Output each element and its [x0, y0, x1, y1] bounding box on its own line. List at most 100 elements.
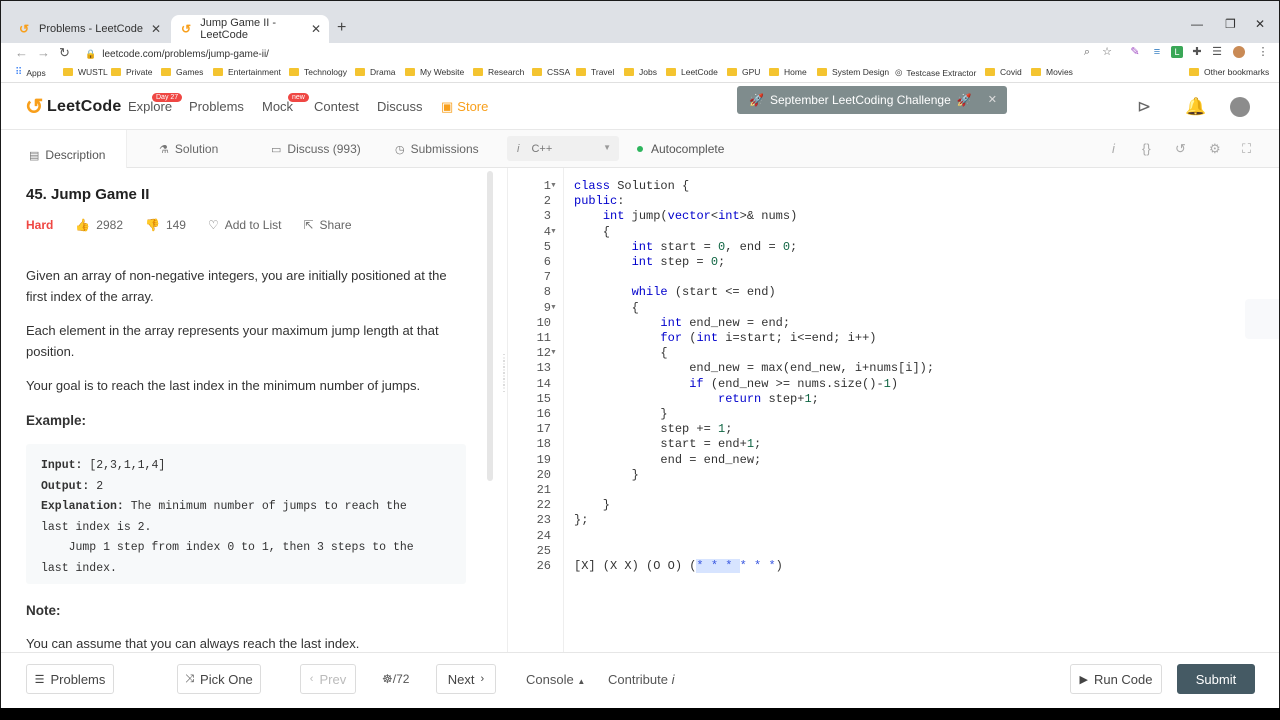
code-line: int start = 0, end = 0;	[631, 239, 798, 254]
folder-icon	[985, 68, 995, 76]
dislike-button[interactable]: 👎 149	[145, 218, 186, 232]
notification-bell-icon[interactable]: 🔔	[1185, 97, 1206, 117]
bookmark-item[interactable]: Jobs	[624, 67, 657, 77]
other-bookmarks[interactable]: Other bookmarks	[1189, 67, 1269, 77]
chevron-right-icon: ›	[480, 673, 485, 685]
panel-resize-handle[interactable]: ⋮ ⋮ ⋮ ⋮ ⋮ ⋮	[499, 354, 509, 406]
close-banner-icon[interactable]: ✕	[988, 93, 997, 106]
user-avatar[interactable]	[1230, 97, 1250, 117]
reset-icon[interactable]: ↺	[1175, 141, 1186, 157]
close-tab-icon[interactable]: ✕	[151, 22, 161, 36]
tab-label: Problems - LeetCode	[39, 23, 143, 35]
url-field[interactable]: 🔒 leetcode.com/problems/jump-game-ii/	[85, 45, 1095, 63]
bookmark-apps[interactable]: ⠿ Apps	[15, 67, 46, 78]
fold-arrow-icon[interactable]: ▼	[550, 228, 557, 235]
page-indicator[interactable]: ☸/72	[382, 672, 409, 686]
nav-mock[interactable]: Mock	[262, 99, 293, 114]
tab-discuss[interactable]: ▭ Discuss (993)	[271, 142, 361, 156]
bookmark-item[interactable]: Research	[473, 67, 524, 77]
tab-submissions[interactable]: ◷ Submissions	[395, 142, 479, 156]
bookmark-item[interactable]: Technology	[289, 67, 347, 77]
bookmark-item[interactable]: Private	[111, 67, 152, 77]
info-icon: i	[671, 672, 675, 687]
like-button[interactable]: 👍 2982	[75, 218, 123, 232]
problem-title: 45. Jump Game II	[26, 186, 150, 203]
back-icon[interactable]: ←	[15, 45, 28, 60]
bookmark-item[interactable]: Travel	[576, 67, 614, 77]
autocomplete-toggle[interactable]: Autocomplete	[637, 142, 724, 156]
menu-dots-icon[interactable]: ⋮	[1257, 46, 1269, 58]
run-code-button[interactable]: ▶ Run Code	[1070, 664, 1162, 694]
bookmark-item[interactable]: ◎ Testcase Extractor	[895, 67, 976, 78]
tab-solution[interactable]: ⚗ Solution	[159, 142, 218, 156]
bookmark-item[interactable]: WUSTL	[63, 67, 108, 77]
pick-one-button[interactable]: ⤨ Pick One	[177, 664, 261, 694]
browser-tab-problems[interactable]: ↺ Problems - LeetCode ✕	[9, 15, 169, 43]
bookmark-item[interactable]: Covid	[985, 67, 1022, 77]
shuffle-icon: ⤨	[185, 672, 195, 685]
nav-store[interactable]: ▣ Store	[441, 99, 488, 115]
code-line: public:	[574, 194, 625, 209]
line-number-gutter: 1 ▼ 2 3 4 ▼ 5 6 7 8 9 ▼ 10 11 12 ▼ 13 14 15 16 17 18 19 20 21 22 2…	[508, 168, 564, 652]
bookmark-item[interactable]: CSSA	[532, 67, 570, 77]
contribute-link[interactable]: Contribute i	[608, 672, 675, 687]
problems-list-button[interactable]: ☰ Problems	[26, 664, 114, 694]
info-icon[interactable]: i	[1112, 141, 1115, 156]
l-extension-icon[interactable]: L	[1171, 46, 1183, 58]
reload-icon[interactable]: ↻	[59, 45, 70, 61]
zoom-icon[interactable]: ⌕	[1081, 46, 1093, 58]
tab-description[interactable]: ▤ Description	[1, 130, 127, 168]
flask-icon: ⚗	[159, 143, 169, 156]
maximize-icon[interactable]: ❐	[1225, 17, 1236, 31]
profile-avatar[interactable]	[1233, 46, 1245, 58]
minimize-icon[interactable]: —	[1191, 17, 1203, 31]
leetcode-logo[interactable]: ↺ LeetCode	[25, 96, 122, 118]
bookmark-item[interactable]: GPU	[727, 67, 760, 77]
code-line: [X] (X X) (O O) (* * * * * *)	[574, 559, 783, 573]
playground-icon[interactable]: ⊳	[1137, 97, 1151, 117]
close-window-icon[interactable]: ✕	[1255, 17, 1265, 31]
language-select[interactable]: i C++ ▼	[507, 136, 619, 161]
globe-icon: ◎	[895, 67, 903, 77]
bookmark-item[interactable]: Movies	[1031, 67, 1073, 77]
console-toggle[interactable]: Console ▲	[526, 672, 585, 687]
bookmark-item[interactable]: LeetCode	[666, 67, 718, 77]
submit-button[interactable]: Submit	[1177, 664, 1255, 694]
playlist-icon[interactable]: ☰	[1211, 46, 1223, 58]
nav-discuss[interactable]: Discuss	[377, 99, 423, 114]
star-icon[interactable]: ☆	[1101, 46, 1113, 58]
translate-extension-icon[interactable]: ≡	[1151, 46, 1163, 58]
fullscreen-icon[interactable]: ⛶	[1242, 141, 1251, 157]
bookmark-item[interactable]: Drama	[355, 67, 396, 77]
nav-contest[interactable]: Contest	[314, 99, 359, 114]
settings-icon[interactable]: ⚙	[1209, 141, 1221, 157]
side-widget[interactable]	[1245, 299, 1279, 339]
bookmark-item[interactable]: My Website	[405, 67, 464, 77]
puzzle-extension-icon[interactable]: ✚	[1191, 46, 1203, 58]
pen-extension-icon[interactable]: ✎	[1129, 46, 1141, 58]
add-to-list-button[interactable]: ♡ Add to List	[208, 218, 281, 232]
close-tab-icon[interactable]: ✕	[311, 22, 321, 36]
fold-arrow-icon[interactable]: ▼	[550, 349, 557, 356]
line-number: 1	[543, 179, 551, 193]
code-line: {	[574, 300, 639, 315]
fold-arrow-icon[interactable]: ▼	[550, 182, 557, 189]
nav-problems[interactable]: Problems	[189, 99, 244, 114]
line-number: 13	[536, 361, 551, 376]
challenge-banner[interactable]: 🚀 September LeetCoding Challenge 🚀 ✕	[737, 86, 1007, 114]
prev-button[interactable]: ‹ Prev	[300, 664, 356, 694]
line-number: 3	[543, 209, 551, 224]
bookmark-item[interactable]: Home	[769, 67, 807, 77]
share-button[interactable]: ⇱ Share	[303, 218, 351, 232]
forward-icon[interactable]: →	[37, 45, 50, 60]
braces-icon[interactable]: {}	[1142, 141, 1151, 156]
new-tab-icon[interactable]: +	[337, 19, 346, 37]
code-editor[interactable]: 1 ▼ 2 3 4 ▼ 5 6 7 8 9 ▼ 10 11 12 ▼ 13 14 15 16 17 18 19 20 21 22 2…	[507, 168, 1279, 652]
description-scrollbar[interactable]	[487, 171, 493, 481]
next-button[interactable]: Next ›	[436, 664, 496, 694]
bookmark-item[interactable]: System Design	[817, 67, 889, 77]
bookmark-item[interactable]: Entertainment	[213, 67, 281, 77]
fold-arrow-icon[interactable]: ▼	[550, 304, 557, 311]
bookmark-item[interactable]: Games	[161, 67, 203, 77]
browser-tab-jump-game[interactable]: ↺ Jump Game II - LeetCode ✕	[171, 15, 329, 43]
